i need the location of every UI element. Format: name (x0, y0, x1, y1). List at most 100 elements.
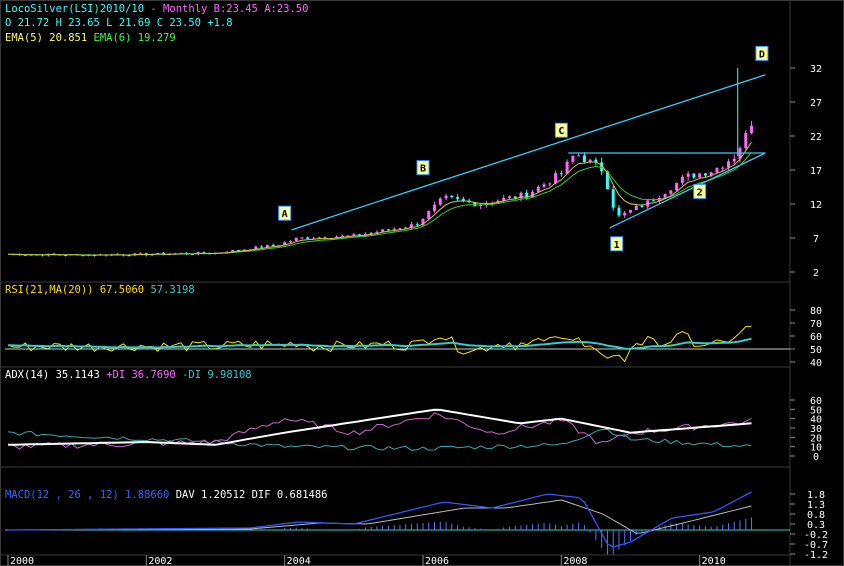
price-header-line1: LocoSilver(LSI)2010/10 - Monthly B:23.45… (5, 3, 308, 15)
candle-body (703, 173, 707, 176)
macd-value: 1.88660 (125, 489, 170, 501)
rsi-tick-label: 50 (810, 345, 822, 356)
macd-label: MACD(12 , 26 , 12) (5, 489, 119, 501)
candle-body (548, 183, 552, 185)
ema5-legend: EMA(5) 20.851 (5, 32, 88, 44)
minus-di-label: -DI (182, 369, 202, 381)
plus-di-label: +DI (106, 369, 126, 381)
time-tick-label: 2002 (148, 556, 172, 566)
candle-body (634, 205, 638, 210)
rsi-legend: RSI(21,MA(20)) 67.5060 57.3198 (5, 284, 195, 296)
rsi-tick-label: 70 (810, 319, 822, 330)
rsi-tick-label: 80 (810, 306, 822, 317)
candle-body (680, 176, 684, 183)
time-tick-label: 2000 (10, 556, 34, 566)
instrument-title: LocoSilver(LSI)2010/10 (5, 3, 145, 15)
candle-body (461, 198, 465, 201)
candle-body (456, 197, 460, 199)
ohlc-readout: O 21.72 H 23.65 L 21.69 C 23.50 +1.8 (5, 17, 233, 29)
candle-body (732, 158, 736, 162)
rsi-value: 67.5060 (99, 284, 145, 296)
candle-body (629, 209, 632, 213)
price-tick-label: 12 (810, 200, 822, 211)
dav-value: 1.20512 (201, 489, 246, 501)
candle-body (559, 173, 563, 175)
candle-body (415, 224, 419, 226)
candle-body (715, 167, 719, 173)
annotation-label: 2 (697, 187, 703, 198)
candle-body (260, 246, 264, 248)
candle-body (507, 196, 511, 198)
candle-body (652, 200, 656, 202)
dav-line (8, 499, 752, 534)
candle-body (542, 184, 546, 187)
price-tick-label: 22 (810, 132, 822, 143)
candle-body (640, 205, 644, 207)
dav-label: DAV (175, 489, 195, 501)
bid-ask-info: - Monthly B:23.45 A:23.50 (150, 3, 309, 15)
candle-body (271, 245, 275, 247)
candle-body (392, 228, 396, 230)
candle-body (692, 173, 696, 178)
price-tick-label: 32 (810, 64, 822, 75)
macd-tick-label: -1.2 (804, 550, 828, 561)
candle-body (565, 161, 569, 174)
adx-value: 35.1143 (55, 369, 100, 381)
candle-body (306, 237, 310, 239)
annotation-label: 1 (614, 240, 620, 251)
candle-body (438, 198, 442, 205)
price-tick-label: 2 (813, 268, 819, 279)
candle-body (386, 229, 390, 231)
candle-body (513, 196, 517, 199)
ema6-legend: EMA(6) 19.279 (93, 32, 176, 44)
time-tick-label: 2006 (425, 556, 449, 566)
candle-body (698, 173, 702, 178)
adx-tick-label: 60 (810, 396, 822, 407)
lower-channel-line (609, 152, 766, 229)
rsi-tick-label: 40 (810, 358, 822, 369)
candle-body (450, 195, 454, 198)
candle-body (288, 240, 292, 243)
candle-body (582, 155, 586, 162)
candle-body (675, 182, 679, 191)
candle-body (686, 173, 690, 177)
candle-body (750, 125, 754, 133)
macd-legend: MACD(12 , 26 , 12) 1.88660 DAV 1.20512 D… (5, 489, 327, 501)
time-tick-label: 2004 (287, 556, 311, 566)
ema-legend: EMA(5) 20.851 EMA(6) 19.279 (5, 32, 176, 44)
candle-body (726, 161, 730, 168)
dif-value: 0.681486 (276, 489, 328, 501)
candle-body (444, 195, 448, 199)
adx-legend: ADX(14) 35.1143 +DI 36.7690 -DI 9.98108 (5, 369, 252, 381)
chart-canvas: 2712172227322000 2002 2004 2006 2008 2010ABCD… (0, 0, 844, 566)
price-tick-label: 17 (810, 166, 822, 177)
candle-body (721, 167, 725, 169)
price-tick-label: 7 (813, 234, 819, 245)
candle-body (669, 190, 673, 194)
ema6-line (8, 151, 752, 256)
chart-window: 2 7 12 17 22 27 32 2000 2002 2004 2006 2008 2010 A B C D… (0, 0, 844, 566)
candle-body (294, 237, 298, 241)
adx-label: ADX(14) (5, 369, 50, 381)
annotation-label: B (420, 164, 426, 175)
candle-body (571, 155, 575, 162)
dif-label: DIF (251, 489, 271, 501)
candle-body (663, 193, 667, 198)
candle-body (744, 132, 748, 149)
annotation-label: A (282, 209, 288, 220)
plus-di-value: 36.7690 (131, 369, 176, 381)
candle-body (611, 189, 615, 208)
rsi-label: RSI(21,MA(20)) (5, 284, 94, 296)
price-tick-label: 27 (810, 98, 822, 109)
annotation-label: D (759, 49, 765, 60)
window-frame (0, 0, 844, 566)
candle-body (427, 210, 431, 219)
time-tick-label: 2010 (702, 556, 726, 566)
annotation-label: C (558, 126, 564, 137)
time-tick-label: 2008 (563, 556, 587, 566)
candle-body (300, 237, 304, 239)
candle-body (375, 231, 379, 233)
candle-body (623, 212, 627, 216)
candle-body (577, 155, 581, 157)
candle-body (433, 204, 437, 211)
